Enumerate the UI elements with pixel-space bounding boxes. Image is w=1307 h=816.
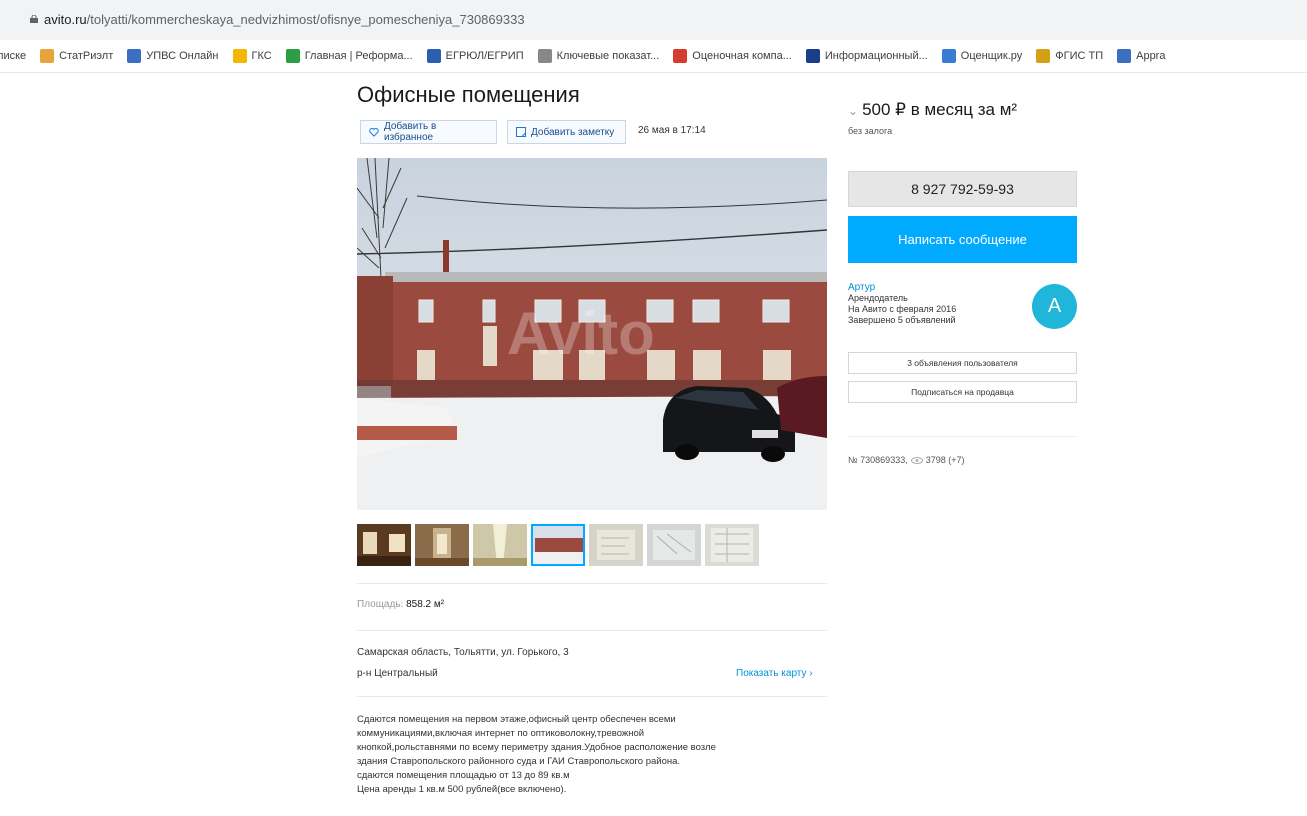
- thumbnail-7[interactable]: [705, 524, 759, 566]
- bookmark-item[interactable]: Оценщик.ру: [941, 49, 1023, 63]
- bookmark-label: Главная | Реформа...: [304, 50, 413, 62]
- bookmark-label: СтатРиэлт: [59, 50, 114, 62]
- divider: [848, 436, 1077, 437]
- statrielt-icon: [40, 49, 55, 63]
- bookmark-label: ЕГРЮЛ/ЕГРИП: [445, 50, 524, 62]
- bookmark-item[interactable]: СтатРиэлт: [40, 49, 113, 63]
- listing-date: 26 мая в 17:14: [638, 125, 706, 136]
- description-line: Сдаются помещения на первом этаже,офисны…: [357, 714, 676, 725]
- deposit-note: без залога: [848, 126, 893, 136]
- heart-icon: [369, 127, 379, 137]
- bookmark-label: Appra: [1136, 50, 1166, 62]
- avatar[interactable]: А: [1032, 284, 1077, 329]
- subscribe-seller-button[interactable]: Подписаться на продавца: [848, 381, 1077, 403]
- description-line: здания Ставропольского районного суда и …: [357, 756, 681, 767]
- description-line: Цена аренды 1 кв.м 500 рублей(все включе…: [357, 784, 567, 795]
- seller-completed: Завершено 5 объявлений: [848, 315, 956, 325]
- address-line: Самарская область, Тольятти, ул. Горьког…: [357, 647, 569, 658]
- seller-info: Артур Арендодатель На Авито с февраля 20…: [848, 282, 956, 326]
- listing-title: Офисные помещения: [357, 82, 580, 107]
- thumbnail-6[interactable]: [647, 524, 701, 566]
- bookmark-item[interactable]: ФГИС ТП: [1036, 49, 1103, 63]
- description-line: сдаются помещения площадью от 13 до 89 к…: [357, 770, 570, 781]
- thumbnail-5[interactable]: [589, 524, 643, 566]
- thumbnail-4[interactable]: [531, 524, 585, 566]
- ocenschik-icon: [941, 49, 956, 63]
- seller-name-link[interactable]: Артур: [848, 282, 956, 293]
- bookmark-label: ФГИС ТП: [1055, 50, 1104, 62]
- price-value: 500 ₽ в месяц за м²: [862, 100, 1018, 119]
- gks-icon: [232, 49, 247, 63]
- appra-icon: [1117, 49, 1132, 63]
- bookmark-label: ГКС: [251, 50, 272, 62]
- egrul-icon: [426, 49, 441, 63]
- bookmark-item[interactable]: Информационный...: [805, 49, 928, 63]
- bookmark-item[interactable]: Appra: [1117, 49, 1165, 63]
- info-portal-icon: [805, 49, 820, 63]
- address-bar[interactable]: avito.ru/tolyatti/kommercheskaya_nedvizh…: [0, 0, 1307, 41]
- reforma-icon: [285, 49, 300, 63]
- item-number: № 730869333,: [848, 455, 908, 465]
- bookmark-item[interactable]: Оценочная компа...: [673, 49, 792, 63]
- fgis-icon: [1036, 49, 1051, 63]
- divider: [357, 583, 827, 584]
- seller-role: Арендодатель: [848, 293, 908, 303]
- valuation-company-icon: [673, 49, 688, 63]
- bookmark-item[interactable]: УПВС Онлайн: [127, 49, 219, 63]
- chevron-down-icon[interactable]: ⌄: [848, 104, 858, 118]
- bookmark-label: списке: [0, 50, 27, 62]
- building-photo-image: Avito: [357, 158, 827, 510]
- bookmark-item[interactable]: списке: [0, 50, 26, 62]
- thumbnail-1[interactable]: [357, 524, 411, 566]
- seller-since: На Авито с февраля 2016: [848, 304, 957, 314]
- price[interactable]: ⌄ 500 ₽ в месяц за м²: [848, 100, 1017, 120]
- main-photo[interactable]: Avito: [357, 158, 827, 510]
- add-to-favorites-button[interactable]: Добавить в избранное: [360, 120, 497, 144]
- description-line: коммуникациями,включая интернет по оптик…: [357, 728, 645, 739]
- user-listings-button[interactable]: 3 объявления пользователя: [848, 352, 1077, 374]
- item-meta: № 730869333, 3798 (+7): [848, 455, 965, 465]
- divider: [357, 696, 827, 697]
- thumbnail-strip: [357, 524, 763, 566]
- add-note-button[interactable]: Добавить заметку: [507, 120, 626, 144]
- bookmarks-bar: списке СтатРиэлт УПВС Онлайн ГКС Главная | Р…: [0, 40, 1307, 73]
- divider: [357, 630, 827, 631]
- lock-icon: [30, 15, 38, 23]
- url-host: avito.ru: [44, 12, 87, 27]
- write-message-button[interactable]: Написать сообщение: [848, 216, 1077, 263]
- area-param: Площадь: 858.2 м²: [357, 599, 444, 610]
- add-to-favorites-label: Добавить в избранное: [383, 121, 437, 143]
- bookmark-label: Ключевые показат...: [556, 50, 660, 62]
- views-count: 3798 (+7): [925, 455, 965, 465]
- url-text[interactable]: avito.ru/tolyatti/kommercheskaya_nedvizh…: [44, 12, 525, 27]
- thumbnail-2[interactable]: [415, 524, 469, 566]
- show-phone-button[interactable]: 8 927 792-59-93: [848, 171, 1077, 207]
- thumbnail-3[interactable]: [473, 524, 527, 566]
- note-icon: [516, 127, 526, 137]
- eye-icon: [910, 456, 923, 464]
- district: р-н Центральный: [357, 668, 438, 679]
- bookmark-label: УПВС Онлайн: [146, 50, 219, 62]
- description-line: кнопкой,рольставнями по всему периметру …: [357, 742, 716, 753]
- bookmark-item[interactable]: ЕГРЮЛ/ЕГРИП: [426, 49, 524, 63]
- area-label: Площадь:: [357, 599, 404, 610]
- description: Сдаются помещения на первом этаже,офисны…: [357, 713, 827, 797]
- area-value: 858.2 м²: [406, 599, 445, 610]
- key-indicators-icon: [537, 49, 552, 63]
- add-note-label: Добавить заметку: [531, 126, 615, 138]
- bookmark-label: Оценщик.ру: [960, 50, 1023, 62]
- bookmark-label: Оценочная компа...: [692, 50, 792, 62]
- bookmark-item[interactable]: Главная | Реформа...: [285, 49, 413, 63]
- bookmark-label: Информационный...: [824, 50, 928, 62]
- url-path: /tolyatti/kommercheskaya_nedvizhimost/of…: [86, 12, 525, 27]
- show-map-link[interactable]: Показать карту ›: [736, 668, 813, 679]
- avito-watermark: Avito: [507, 300, 655, 367]
- bookmark-item[interactable]: ГКС: [232, 49, 272, 63]
- upvs-icon: [127, 49, 142, 63]
- bookmark-item[interactable]: Ключевые показат...: [537, 49, 660, 63]
